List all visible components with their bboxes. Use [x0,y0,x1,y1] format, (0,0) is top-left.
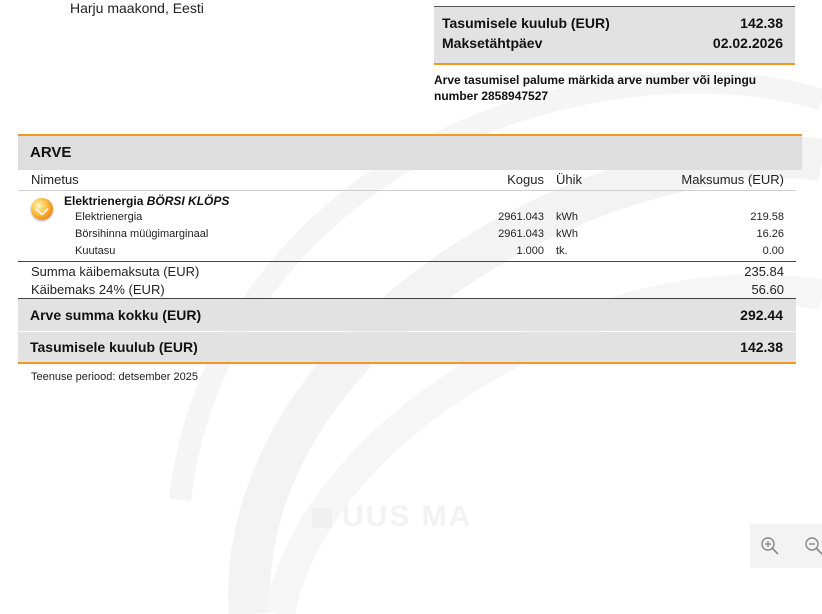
column-header-divider [18,190,796,191]
amount-due-total-label: Tasumisele kuulub (EUR) [30,339,198,355]
zoom-controls [750,524,822,568]
due-date-label: Maksetähtpäev [442,35,543,51]
column-header-quantity: Kogus [507,172,544,187]
invoice-total-label: Arve summa kokku (EUR) [30,307,202,323]
invoice-total-row: Arve summa kokku (EUR) 292.44 [18,298,796,331]
due-date-value: 02.02.2026 [712,35,783,51]
column-header-unit: Ühik [556,172,583,187]
item-cost: 219.58 [750,211,784,223]
invoice-section-header: ARVE [18,134,802,170]
items-divider [18,261,796,262]
payment-summary-box: Tasumisele kuulub (EUR) 142.38 Maksetäht… [434,6,795,65]
watermark-logo-text: UUS MA [342,500,473,533]
item-unit: kWh [556,211,578,223]
item-cost: 0.00 [762,245,784,257]
zoom-out-icon[interactable] [802,534,822,558]
customer-address-line: Harju maakond, Eesti [70,0,204,16]
amount-due-total-value: 142.38 [740,339,783,355]
item-quantity: 2961.043 [498,211,544,223]
payment-reference-note: Arve tasumisel palume märkida arve numbe… [434,73,757,103]
electricity-plan-icon [31,198,53,220]
item-cost: 16.26 [756,228,784,240]
amount-due-label: Tasumisele kuulub (EUR) [442,15,610,31]
subtotal-value: 235.84 [744,264,784,279]
item-name: Kuutasu [75,245,116,257]
item-quantity: 2961.043 [498,228,544,240]
due-date-row: Maksetähtpäev 02.02.2026 [442,35,783,51]
amount-due-row: Tasumisele kuulub (EUR) 142.38 [442,15,783,31]
service-period: Teenuse periood: detsember 2025 [31,371,198,383]
column-header-cost: Maksumus (EUR) [681,172,784,187]
product-plan: BÖRSI KLÖPS [146,194,230,208]
amount-due-total-row: Tasumisele kuulub (EUR) 142.38 [18,332,796,364]
item-quantity: 1.000 [516,245,544,257]
product-title: Elektrienergia BÖRSI KLÖPS [64,194,229,208]
item-unit: kWh [556,228,578,240]
product-name: Elektrienergia [64,194,144,208]
watermark-logo-mark [312,508,332,528]
item-name: Elektrienergia [75,211,143,223]
vat-value: 56.60 [751,282,784,297]
vat-label: Käibemaks 24% (EUR) [31,282,165,297]
column-header-name: Nimetus [31,172,79,187]
invoice-total-value: 292.44 [740,307,783,323]
item-unit: tk. [556,245,568,257]
invoice-title: ARVE [30,144,72,161]
subtotal-label: Summa käibemaksuta (EUR) [31,264,200,279]
zoom-in-icon[interactable] [758,534,782,558]
amount-due-value: 142.38 [740,15,783,31]
item-name: Börsihinna müügimarginaal [75,228,209,240]
